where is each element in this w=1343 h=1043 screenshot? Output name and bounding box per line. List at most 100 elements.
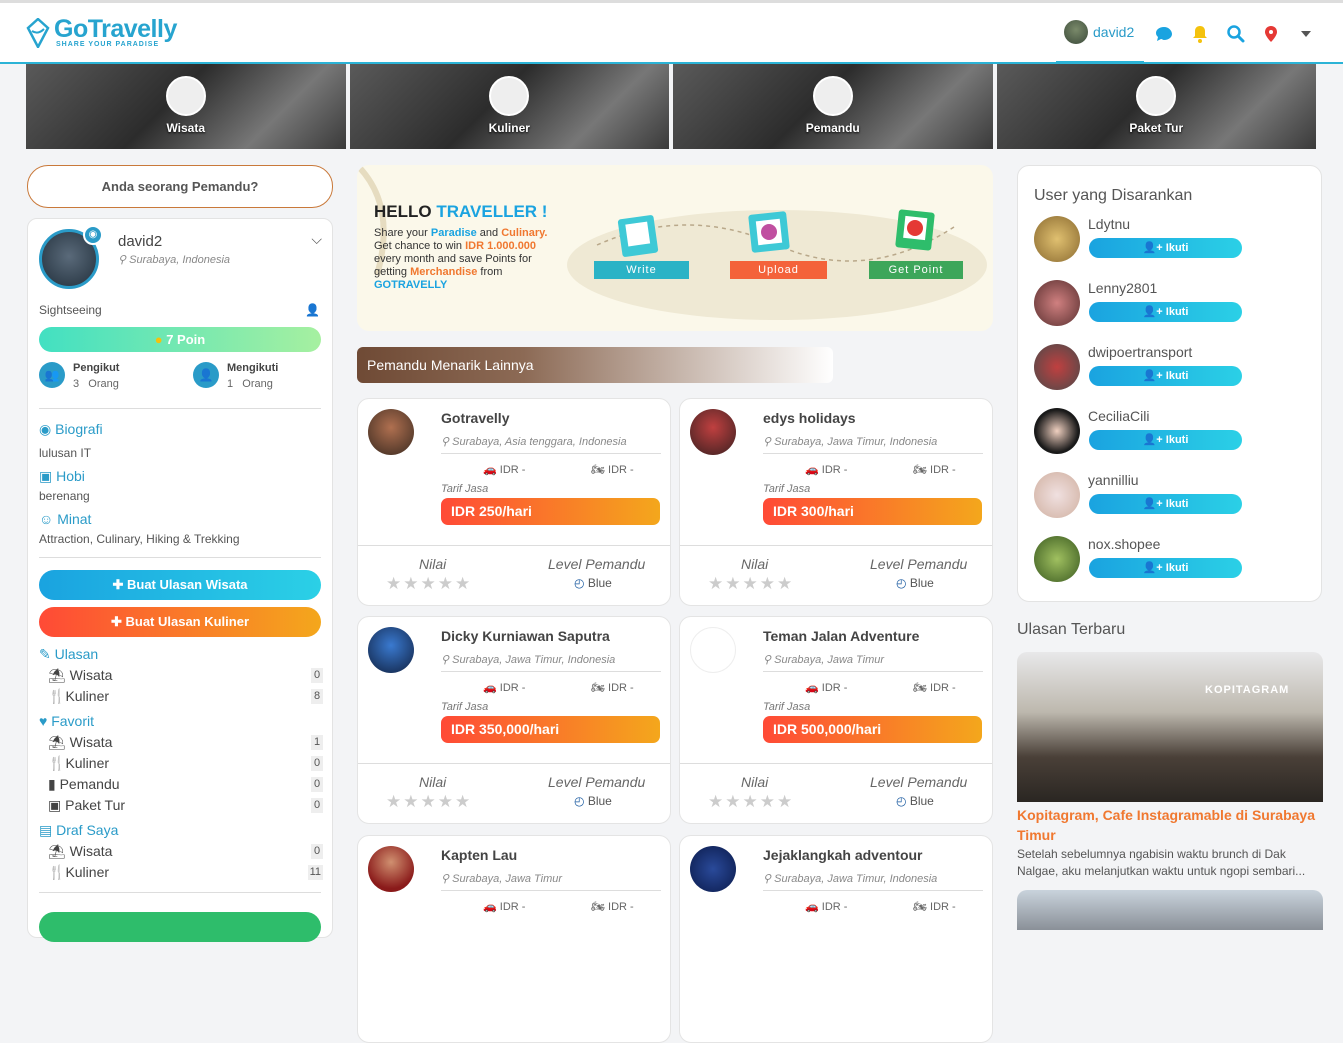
- review-title[interactable]: Kopitagram, Cafe Instagramable di Suraba…: [1017, 805, 1317, 845]
- guide-name: Kapten Lau: [441, 847, 518, 863]
- green-button[interactable]: [39, 912, 321, 942]
- umbrella-icon: ⛱: [48, 843, 70, 859]
- star-rating: ★★★★★: [708, 792, 795, 811]
- profile-type: Sightseeing: [39, 303, 102, 317]
- nilai-label: Nilai: [741, 556, 769, 572]
- suggested-user-name[interactable]: nox.shopee: [1088, 536, 1160, 552]
- menu-favorit-wisata[interactable]: ⛱ Wisata 1: [48, 734, 323, 751]
- interest-text: Attraction, Culinary, Hiking & Trekking: [39, 532, 240, 546]
- user-menu[interactable]: david2: [1056, 3, 1144, 65]
- divider: [39, 557, 321, 558]
- avatar[interactable]: [1034, 536, 1080, 582]
- guide-card[interactable]: Dicky Kurniawan Saputra ⚲ Surabaya, Jawa…: [357, 616, 671, 824]
- divider: [680, 545, 992, 546]
- create-wisata-review-button[interactable]: ✚ Buat Ulasan Wisata: [39, 570, 321, 600]
- guide-avatar: [690, 846, 736, 892]
- motorbike-price: 🏍 IDR -: [591, 682, 634, 694]
- guide-question-button[interactable]: Anda seorang Pemandu?: [27, 165, 333, 208]
- suggested-user-name[interactable]: CeciliaCili: [1088, 408, 1149, 424]
- draf-title[interactable]: ▤ Draf Saya: [39, 822, 118, 839]
- star-rating: ★★★★★: [386, 792, 473, 811]
- utensils-icon: 🍴: [48, 864, 66, 880]
- suggested-user-name[interactable]: dwipoertransport: [1088, 344, 1192, 360]
- guide-card[interactable]: Jejaklangkah adventour ⚲ Surabaya, Jawa …: [679, 835, 993, 1043]
- follow-button[interactable]: 👤+ Ikuti: [1089, 558, 1242, 578]
- logo[interactable]: GoTravelly SHARE YOUR PARADISE: [26, 17, 177, 48]
- suggested-user-name[interactable]: Lenny2801: [1088, 280, 1157, 296]
- guide-rate: IDR 250/hari: [441, 498, 660, 525]
- followers-stat[interactable]: 👥 Pengikut 3 Orang: [39, 362, 119, 390]
- motorbike-icon: 🏍: [913, 682, 931, 694]
- guide-name: Teman Jalan Adventure: [763, 628, 920, 644]
- review-image[interactable]: [1017, 890, 1323, 930]
- motorbike-icon: 🏍: [591, 464, 609, 476]
- pin-icon: ⚲: [441, 873, 453, 885]
- follow-button[interactable]: 👤+ Ikuti: [1089, 430, 1242, 450]
- search-icon[interactable]: [1225, 23, 1247, 45]
- chat-icon[interactable]: [1153, 23, 1175, 45]
- menu-favorit-pemandu[interactable]: ▮ Pemandu 0: [48, 776, 323, 793]
- profile-card: ◉ david2 ⚲ Surabaya, Indonesia ⌵ Sightse…: [27, 218, 333, 942]
- heart-icon: ♥: [39, 713, 52, 729]
- avatar[interactable]: [1034, 344, 1080, 390]
- menu-draf-wisata[interactable]: ⛱ Wisata 0: [48, 843, 323, 860]
- review-image[interactable]: KOPITAGRAM: [1017, 652, 1323, 802]
- utensils-icon: 🍴: [48, 755, 66, 771]
- follow-button[interactable]: 👤+ Ikuti: [1089, 366, 1242, 386]
- user-icon: 👤: [193, 362, 219, 388]
- suggested-user-name[interactable]: Ldytnu: [1088, 216, 1130, 232]
- top-navbar: GoTravelly SHARE YOUR PARADISE david2: [0, 0, 1343, 65]
- car-price: 🚗 IDR -: [483, 464, 526, 476]
- banner-text: Share your Paradise and Culinary. Get ch…: [374, 227, 548, 291]
- car-icon: 🚗: [805, 901, 822, 913]
- count-badge: 0: [311, 844, 323, 859]
- guide-avatar: [690, 627, 736, 673]
- menu-draf-kuliner[interactable]: 🍴Kuliner 11: [48, 864, 323, 881]
- category-wisata[interactable]: Wisata: [26, 64, 346, 149]
- pin-icon: ⚲: [763, 654, 775, 666]
- category-paket-tur[interactable]: Paket Tur: [996, 64, 1316, 149]
- follow-button[interactable]: 👤+ Ikuti: [1089, 302, 1242, 322]
- promo-banner[interactable]: HELLO TRAVELLER ! Share your Paradise an…: [357, 165, 993, 331]
- guide-level: ◴ Blue: [896, 576, 934, 590]
- category-kuliner[interactable]: Kuliner: [349, 64, 669, 149]
- guide-card[interactable]: Gotravelly ⚲ Surabaya, Asia tenggara, In…: [357, 398, 671, 606]
- camera-icon[interactable]: ◉: [83, 225, 103, 245]
- section-title: Pemandu Menarik Lainnya: [357, 347, 833, 383]
- step-write: Write: [626, 264, 657, 276]
- avatar[interactable]: [1034, 472, 1080, 518]
- create-kuliner-review-button[interactable]: ✚ Buat Ulasan Kuliner: [39, 607, 321, 637]
- chevron-down-icon[interactable]: ⌵: [311, 231, 322, 248]
- bell-icon[interactable]: [1189, 23, 1211, 45]
- guide-card[interactable]: Kapten Lau ⚲ Surabaya, Jawa Timur 🚗 IDR …: [357, 835, 671, 1043]
- suggested-user: Ldytnu 👤+ Ikuti: [1034, 216, 1304, 266]
- menu-ulasan-wisata[interactable]: ⛱ Wisata 0: [48, 667, 323, 684]
- follow-button[interactable]: 👤+ Ikuti: [1089, 238, 1242, 258]
- avatar[interactable]: [1034, 216, 1080, 262]
- category-label: Pemandu: [805, 121, 860, 135]
- caret-down-icon[interactable]: [1295, 23, 1317, 45]
- category-pemandu[interactable]: Pemandu: [673, 64, 993, 149]
- pencil-icon: ✎: [39, 646, 55, 662]
- menu-favorit-paket-tur[interactable]: ▣ Paket Tur 0: [48, 797, 323, 814]
- guide-card[interactable]: edys holidays ⚲ Surabaya, Jawa Timur, In…: [679, 398, 993, 606]
- favorit-title[interactable]: ♥ Favorit: [39, 713, 94, 729]
- location-icon[interactable]: [1260, 23, 1282, 45]
- following-stat[interactable]: 👤 Mengikuti 1 Orang: [193, 362, 278, 390]
- bio-text: lulusan IT: [39, 446, 92, 460]
- ulasan-title[interactable]: ✎ Ulasan: [39, 646, 98, 663]
- compass-icon: [812, 76, 853, 116]
- menu-favorit-kuliner[interactable]: 🍴Kuliner 0: [48, 755, 323, 772]
- passport-icon: [1136, 76, 1177, 116]
- umbrella-icon: ⛱: [48, 734, 70, 750]
- motorbike-icon: 🏍: [591, 901, 609, 913]
- users-icon: 👥: [39, 362, 65, 388]
- suggested-user: dwipoertransport 👤+ Ikuti: [1034, 344, 1304, 394]
- guide-card[interactable]: Teman Jalan Adventure ⚲ Surabaya, Jawa T…: [679, 616, 993, 824]
- avatar[interactable]: [1034, 408, 1080, 454]
- suggested-user-name[interactable]: yannilliu: [1088, 472, 1139, 488]
- follow-button[interactable]: 👤+ Ikuti: [1089, 494, 1242, 514]
- user-plus-icon: 👤+: [1142, 498, 1166, 510]
- menu-ulasan-kuliner[interactable]: 🍴Kuliner 8: [48, 688, 323, 705]
- avatar[interactable]: [1034, 280, 1080, 326]
